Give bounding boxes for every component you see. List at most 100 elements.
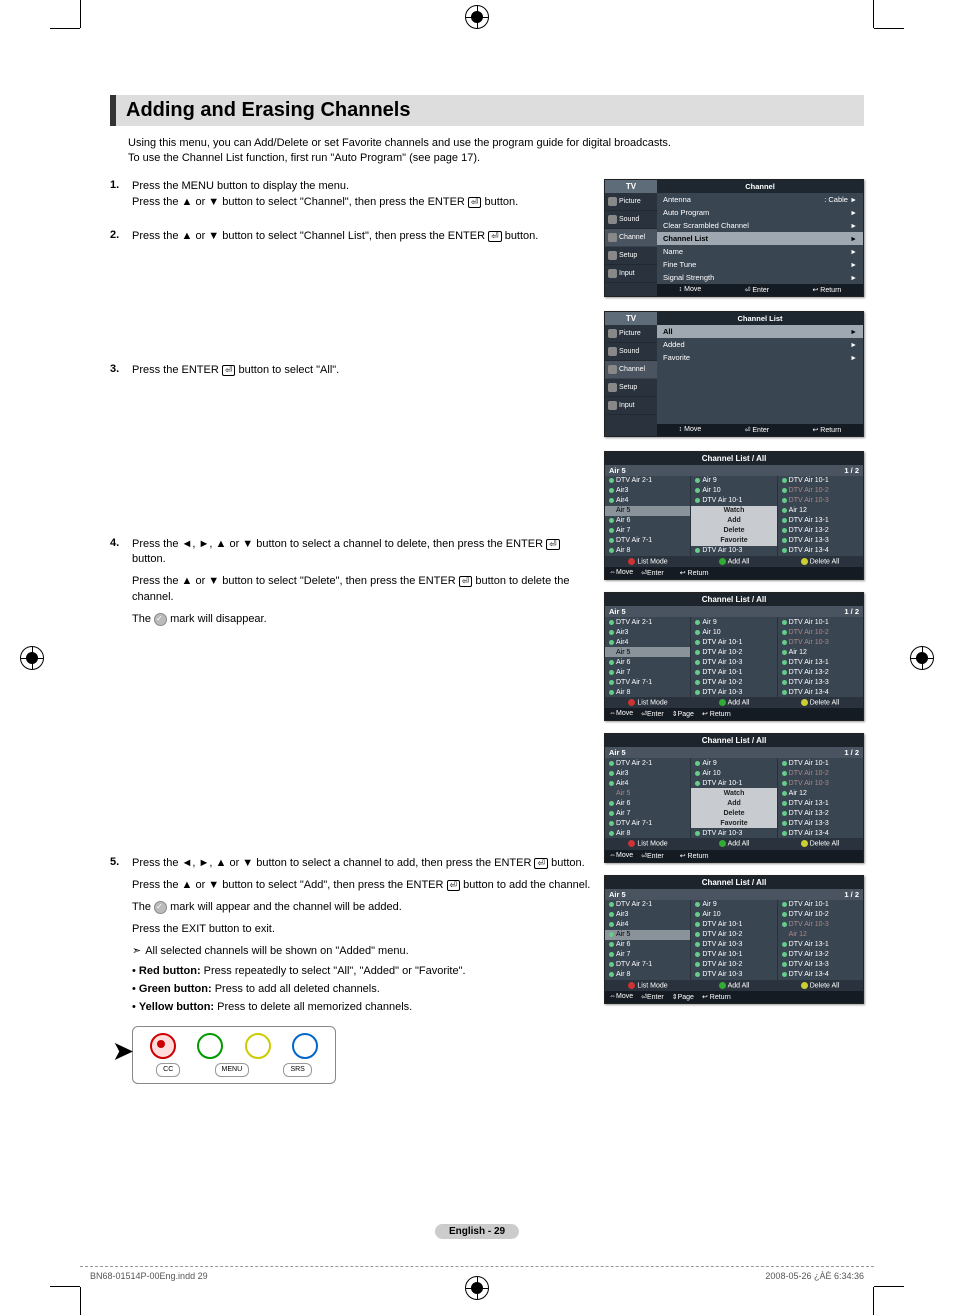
channel-cell: Air 12	[778, 506, 863, 516]
channel-cell: Air 7	[605, 808, 690, 818]
enter-icon: ⏎	[468, 197, 482, 208]
channel-cell: Air 12	[778, 647, 863, 657]
registration-mark-icon	[20, 646, 44, 670]
channel-cell: DTV Air 7-1	[605, 536, 690, 546]
channel-cell: DTV Air 10-1	[691, 496, 776, 506]
osd-channel-menu: TV PictureSoundChannelSetupInput Channel…	[604, 179, 864, 297]
osd-side-item: Input	[605, 397, 657, 415]
yellow-button-icon	[245, 1033, 271, 1059]
channel-cell: Air 8	[605, 970, 690, 980]
channel-cell: Air 5	[605, 788, 690, 798]
osd-menu-row: Favorite	[657, 351, 863, 364]
channel-cell: DTV Air 10-2	[778, 910, 863, 920]
intro-text: Using this menu, you can Add/Delete or s…	[128, 136, 864, 167]
channel-cell: Air4	[605, 778, 690, 788]
channel-cell: DTV Air 10-1	[778, 617, 863, 627]
osd-menu-row: Fine Tune	[657, 258, 863, 271]
remote-button-row: CCMENUSRS	[139, 1063, 329, 1077]
osd-channel-list-panel: Channel List / AllAir 51 / 2DTV Air 2-1A…	[604, 592, 864, 721]
remote-control-illustration: ➤ CCMENUSRS	[132, 1026, 336, 1084]
color-action-button: Delete All	[777, 556, 863, 567]
channel-cell: DTV Air 13-4	[778, 828, 863, 838]
channel-cell: Air 8	[605, 687, 690, 697]
osd-channel-list-panel: Channel List / AllAir 51 / 2DTV Air 2-1A…	[604, 875, 864, 1004]
step-3: 3. Press the ENTER ⏎ button to select "A…	[110, 363, 592, 385]
channel-cell: Air 7	[605, 667, 690, 677]
channel-cell: DTV Air 10-3	[778, 496, 863, 506]
channel-cell: Air3	[605, 768, 690, 778]
page-number-badge: English - 29	[435, 1224, 519, 1239]
channel-cell: DTV Air 7-1	[605, 818, 690, 828]
osd-channel-list-panel: Channel List / AllAir 51 / 2DTV Air 2-1A…	[604, 733, 864, 862]
channel-cell: DTV Air 13-1	[778, 940, 863, 950]
footer-filename: BN68-01514P-00Eng.indd 29	[90, 1271, 208, 1281]
channel-cell: DTV Air 10-1	[691, 778, 776, 788]
channel-cell: DTV Air 13-2	[778, 808, 863, 818]
color-action-button: Delete All	[777, 838, 863, 849]
color-action-button: List Mode	[605, 838, 691, 849]
channel-cell: Air4	[605, 637, 690, 647]
color-action-button: Add All	[691, 980, 777, 991]
channel-cell: DTV Air 10-1	[691, 920, 776, 930]
enter-icon: ⏎	[546, 539, 560, 550]
channel-cell: Air 6	[605, 940, 690, 950]
channel-cell: DTV Air 10-3	[691, 687, 776, 697]
channel-cell: DTV Air 13-3	[778, 818, 863, 828]
channel-cell: Watch	[691, 506, 776, 516]
channel-cell: DTV Air 10-2	[778, 486, 863, 496]
channel-cell: Air 10	[691, 627, 776, 637]
footer-divider	[80, 1266, 874, 1267]
channel-cell: DTV Air 13-4	[778, 970, 863, 980]
footer-timestamp: 2008-05-26 ¿ÀÈ 6:34:36	[765, 1271, 864, 1281]
osd-side-item: Channel	[605, 361, 657, 379]
channel-cell: DTV Air 2-1	[605, 900, 690, 910]
check-mark-icon	[154, 901, 167, 914]
channel-cell: Air 10	[691, 486, 776, 496]
enter-icon: ⏎	[534, 858, 548, 869]
channel-cell: Air 5	[605, 647, 690, 657]
channel-cell: Add	[691, 516, 776, 526]
channel-cell: DTV Air 13-1	[778, 798, 863, 808]
enter-icon: ⏎	[488, 231, 502, 242]
osd-menu-row: Antenna: Cable	[657, 193, 863, 206]
osd-side-item: Input	[605, 265, 657, 283]
osd-side-item: Setup	[605, 379, 657, 397]
osd-side-item: Channel	[605, 229, 657, 247]
channel-cell: DTV Air 10-3	[778, 778, 863, 788]
channel-cell: Favorite	[691, 536, 776, 546]
channel-cell: DTV Air 13-4	[778, 687, 863, 697]
remote-button-label: MENU	[215, 1063, 250, 1077]
green-button-icon	[197, 1033, 223, 1059]
color-action-button: List Mode	[605, 980, 691, 991]
enter-icon: ⏎	[459, 576, 473, 587]
channel-cell: DTV Air 10-3	[778, 920, 863, 930]
blue-button-icon	[292, 1033, 318, 1059]
color-action-button: Delete All	[777, 697, 863, 708]
channel-cell: DTV Air 10-1	[778, 476, 863, 486]
channel-cell: Air 10	[691, 768, 776, 778]
color-action-button: Add All	[691, 697, 777, 708]
step-1: 1. Press the MENU button to display the …	[110, 179, 592, 217]
channel-cell: DTV Air 2-1	[605, 476, 690, 486]
channel-cell: Air 5	[605, 506, 690, 516]
red-button-icon	[150, 1033, 176, 1059]
channel-cell: Delete	[691, 526, 776, 536]
channel-cell: Air 8	[605, 546, 690, 556]
channel-cell: DTV Air 13-2	[778, 950, 863, 960]
channel-cell: Air3	[605, 627, 690, 637]
channel-cell: DTV Air 13-2	[778, 667, 863, 677]
pointer-arrow-icon: ➤	[113, 1035, 133, 1070]
channel-cell: DTV Air 13-3	[778, 677, 863, 687]
channel-cell: Air 12	[778, 930, 863, 940]
channel-cell: DTV Air 10-1	[778, 900, 863, 910]
channel-cell: Watch	[691, 788, 776, 798]
channel-cell: Air 6	[605, 798, 690, 808]
channel-cell: DTV Air 13-1	[778, 516, 863, 526]
color-action-button: List Mode	[605, 556, 691, 567]
channel-cell: DTV Air 10-2	[691, 677, 776, 687]
channel-cell: Air 9	[691, 617, 776, 627]
channel-cell: Air4	[605, 496, 690, 506]
channel-cell: Air 7	[605, 950, 690, 960]
channel-cell: DTV Air 7-1	[605, 677, 690, 687]
channel-cell: DTV Air 10-2	[691, 960, 776, 970]
